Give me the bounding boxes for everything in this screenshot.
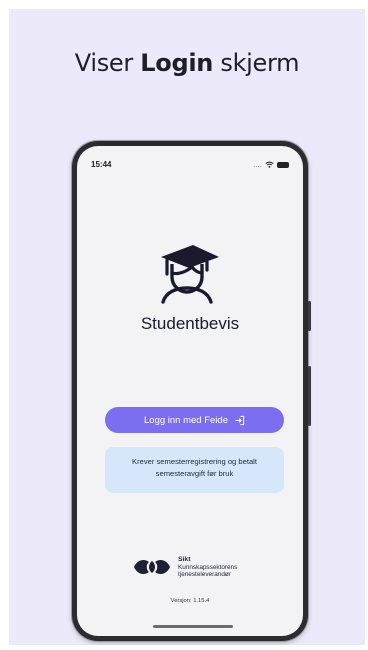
sikt-text: Sikt Kunnskapssektorens tjenesteleverand… (178, 556, 237, 579)
headline-suffix: skjerm (213, 49, 300, 77)
headline-prefix: Viser (74, 49, 141, 77)
phone-power-button (308, 301, 311, 331)
sikt-brand: Sikt (178, 556, 191, 563)
requirement-notice: Krever semesterregistrering og betalt se… (105, 447, 284, 493)
phone-frame: 15:44 .... Studentbevis Logg inn med Fei… (72, 141, 311, 641)
login-button-label: Logg inn med Feide (144, 414, 228, 426)
signal-dots: .... (253, 160, 262, 169)
login-arrow-icon (235, 415, 245, 425)
showcase-canvas: Viser Login skjerm 15:44 .... Studentbev… (9, 9, 365, 645)
page-headline: Viser Login skjerm (9, 49, 365, 77)
phone-volume-button (308, 366, 311, 426)
phone-screen: 15:44 .... Studentbevis Logg inn med Fei… (77, 146, 303, 636)
status-bar: 15:44 .... (91, 160, 289, 172)
wifi-icon (265, 161, 274, 168)
feide-login-button[interactable]: Logg inn med Feide (105, 407, 284, 433)
notice-line-1: Krever semesterregistrering og betalt (132, 457, 257, 466)
status-time: 15:44 (91, 160, 112, 169)
app-title: Studentbevis (140, 314, 240, 333)
battery-icon (277, 161, 289, 168)
home-indicator[interactable] (153, 625, 233, 628)
sikt-line-1: Kunnskapssektorens (178, 563, 238, 571)
sikt-line-2: tjenesteleverandør (178, 571, 231, 578)
status-icons: .... (253, 160, 289, 169)
headline-bold: Login (140, 49, 214, 77)
version-label: Versjon: 1.15.4 (170, 598, 210, 604)
sikt-footer: Sikt Kunnskapssektorens tjenesteleverand… (132, 556, 237, 579)
notice-line-2: semesteravgift før bruk (155, 469, 234, 478)
graduate-cap-icon (161, 245, 219, 304)
sikt-logo-icon (134, 560, 170, 575)
